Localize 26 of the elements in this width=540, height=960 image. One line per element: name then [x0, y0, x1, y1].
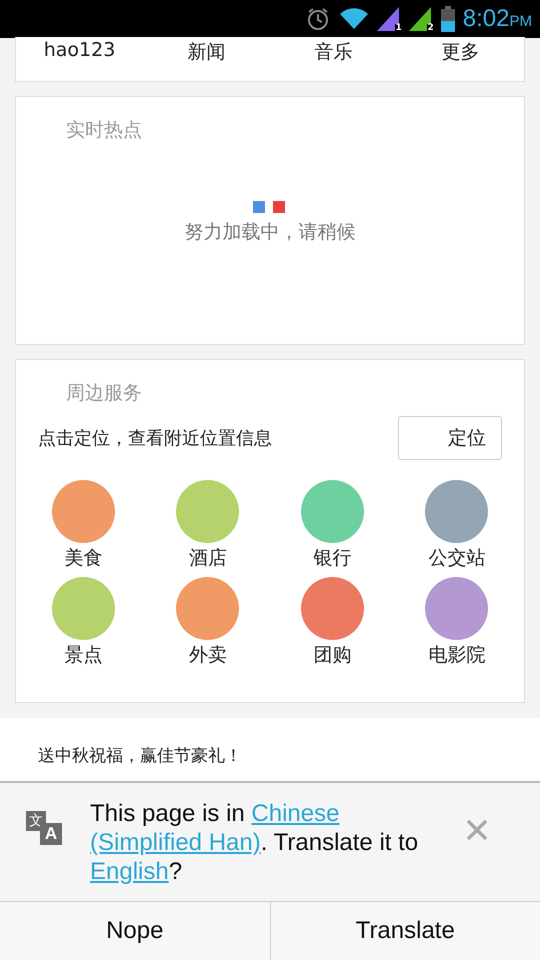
promo-link[interactable]: 送中秋祝福，赢佳节豪礼！: [38, 746, 242, 766]
close-icon[interactable]: [466, 819, 488, 841]
service-label[interactable]: 外卖: [188, 642, 227, 668]
loading-text: 努力加载中，请稍候: [184, 220, 356, 245]
signal-icon: 1: [376, 7, 401, 31]
nav-link[interactable]: 音乐: [270, 39, 397, 65]
translate-message: This page is in Chinese (Simplified Han). Translate it to English?: [90, 799, 420, 886]
service-label[interactable]: 公交站: [428, 545, 486, 571]
section-title: 实时热点: [66, 118, 143, 143]
service-label[interactable]: 银行: [313, 545, 352, 571]
service-label[interactable]: 美食: [64, 545, 102, 571]
loading-icon: [253, 201, 287, 213]
service-label[interactable]: 电影院: [428, 642, 486, 668]
section-title: 周边服务: [66, 381, 143, 406]
nav-link[interactable]: 新闻: [143, 39, 270, 65]
location-hint: 点击定位，查看附近位置信息: [38, 427, 272, 450]
battery-icon: [440, 6, 455, 32]
service-label[interactable]: 酒店: [188, 545, 227, 571]
locate-button[interactable]: 定位: [398, 416, 502, 460]
nav-link[interactable]: 更多: [397, 39, 524, 65]
service-label[interactable]: 景点: [64, 642, 102, 668]
clock-time: 8:02PM: [462, 5, 532, 33]
wifi-icon: [338, 7, 369, 31]
nav-link[interactable]: hao123: [16, 39, 143, 61]
signal-icon: 2: [408, 7, 433, 31]
service-label[interactable]: 团购: [313, 642, 352, 668]
